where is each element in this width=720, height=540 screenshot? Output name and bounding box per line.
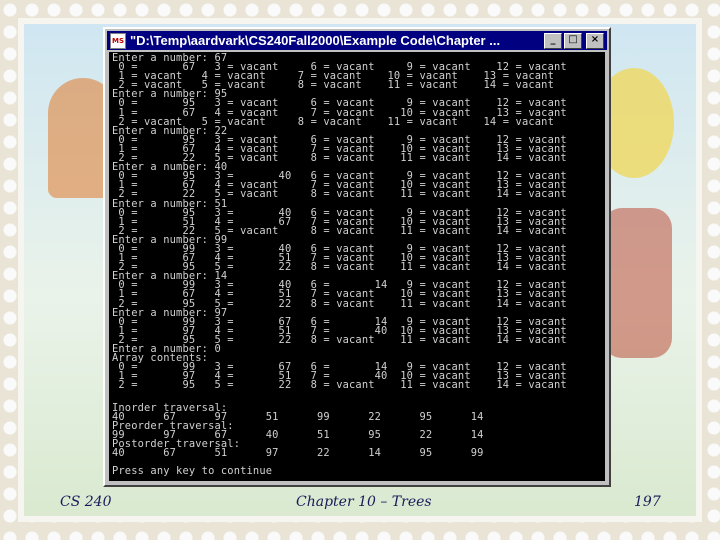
cartoon-decoration-red — [602, 208, 672, 358]
window-title: "D:\Temp\aardvark\CS240Fall2000\Example … — [130, 33, 501, 48]
window-titlebar[interactable]: MS "D:\Temp\aardvark\CS240Fall2000\Examp… — [107, 31, 607, 50]
console-line: Press any key to continue — [112, 465, 273, 478]
close-button[interactable]: × — [586, 32, 604, 49]
slide-footer: CS 240 Chapter 10 – Trees 197 — [0, 494, 720, 514]
console-output[interactable]: Enter a number: 67 0 = 67 3 = vacant 6 =… — [109, 52, 605, 481]
chapter-label: Chapter 10 – Trees — [296, 494, 432, 510]
course-label: CS 240 — [60, 494, 112, 510]
ms-dos-icon[interactable]: MS — [110, 32, 126, 49]
maximize-button[interactable]: □ — [564, 32, 582, 49]
console-text: Enter a number: 67 0 = 67 3 = vacant 6 =… — [109, 52, 605, 392]
minimize-button[interactable]: _ — [544, 32, 562, 49]
console-line: 40 67 51 97 22 14 95 99 — [112, 447, 484, 460]
traversal-output: Inorder traversal: 40 67 97 51 99 22 95 … — [109, 392, 605, 478]
page-number: 197 — [634, 494, 661, 510]
console-line: 2 = 95 5 = 22 8 = vacant 11 = vacant 14 … — [112, 379, 567, 392]
console-window[interactable]: MS "D:\Temp\aardvark\CS240Fall2000\Examp… — [103, 27, 611, 487]
